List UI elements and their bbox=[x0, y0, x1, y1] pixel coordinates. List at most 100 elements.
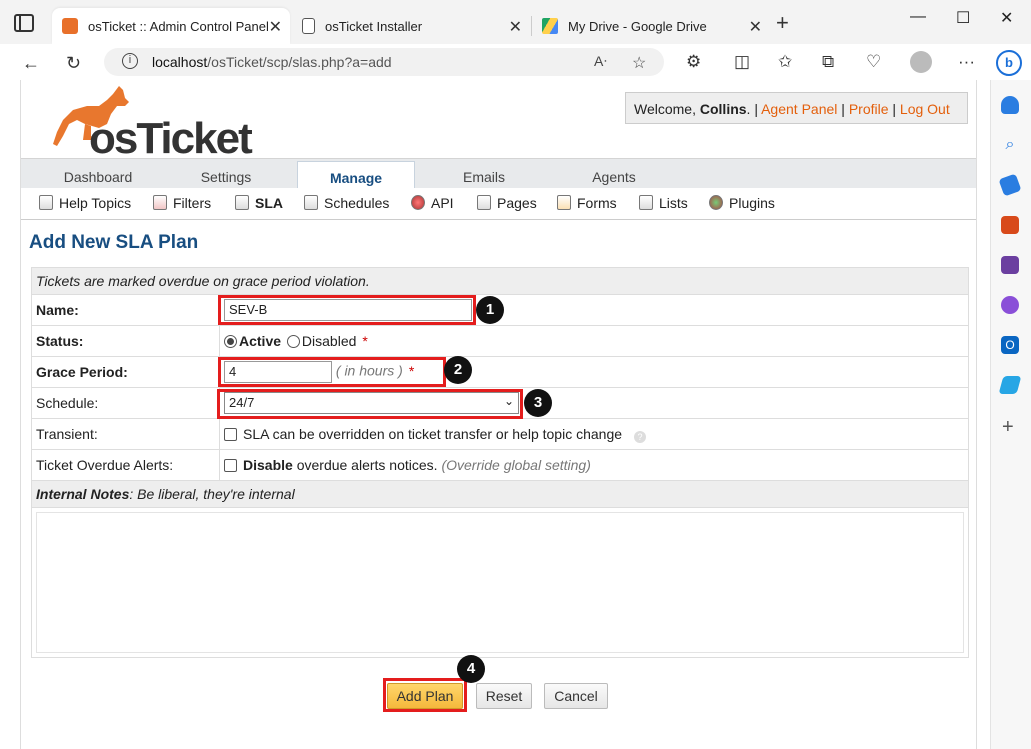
subnav-plugins[interactable]: Plugins bbox=[709, 195, 775, 211]
tools-briefcase-icon[interactable] bbox=[1001, 216, 1019, 234]
logo-text: osTicket bbox=[89, 114, 253, 163]
osticket-logo[interactable]: osTicket bbox=[29, 84, 253, 163]
api-icon bbox=[411, 195, 425, 210]
read-aloud-icon[interactable]: Aᐧ bbox=[594, 53, 607, 70]
nav-agents[interactable]: Agents bbox=[559, 159, 669, 189]
notifications-bell-icon[interactable] bbox=[1001, 96, 1019, 114]
close-tab-icon[interactable]: ✕ bbox=[509, 17, 522, 37]
status-label: Status: bbox=[31, 325, 220, 357]
browser-tab-bar: osTicket :: Admin Control Panel ✕ osTick… bbox=[0, 0, 1031, 44]
new-tab-icon[interactable]: + bbox=[776, 12, 789, 34]
subnav-help-topics[interactable]: Help Topics bbox=[39, 195, 131, 211]
close-window-icon[interactable]: ✕ bbox=[1000, 8, 1013, 28]
profile-link[interactable]: Profile bbox=[849, 101, 889, 117]
overdue-alerts-label: Ticket Overdue Alerts: bbox=[31, 449, 220, 481]
required-star: * bbox=[362, 333, 368, 349]
disable-alerts-checkbox[interactable] bbox=[224, 459, 237, 472]
form-header-row: Tickets are marked overdue on grace peri… bbox=[31, 267, 969, 295]
nav-manage[interactable]: Manage bbox=[297, 161, 415, 190]
forms-icon bbox=[557, 195, 571, 210]
more-menu-icon[interactable]: ··· bbox=[958, 52, 975, 72]
microsoft-365-icon[interactable] bbox=[1001, 296, 1019, 314]
favorite-star-icon[interactable]: ☆ bbox=[632, 53, 646, 73]
transient-row: Transient: SLA can be overridden on tick… bbox=[31, 418, 969, 450]
games-icon[interactable] bbox=[1001, 256, 1019, 274]
main-nav: Dashboard Settings Manage Emails Agents bbox=[21, 158, 976, 190]
lists-icon bbox=[639, 195, 653, 210]
close-tab-icon[interactable]: ✕ bbox=[749, 17, 762, 37]
subnav-api[interactable]: API bbox=[411, 195, 454, 211]
browser-tab-osticket-admin[interactable]: osTicket :: Admin Control Panel ✕ bbox=[52, 8, 290, 44]
internal-notes-editor[interactable] bbox=[36, 512, 964, 653]
tab-title: My Drive - Google Drive bbox=[568, 18, 707, 34]
grace-period-hint: ( in hours ) bbox=[335, 362, 403, 379]
transient-checkbox[interactable] bbox=[224, 427, 237, 441]
site-info-icon[interactable]: i bbox=[122, 53, 138, 69]
nav-emails[interactable]: Emails bbox=[429, 159, 539, 189]
collections-icon[interactable]: ⧉ bbox=[822, 52, 834, 72]
subnav-sla[interactable]: SLA bbox=[235, 195, 283, 211]
search-icon[interactable]: ⌕ bbox=[1001, 136, 1019, 154]
tab-title: osTicket :: Admin Control Panel bbox=[88, 18, 269, 34]
username: Collins bbox=[699, 101, 747, 117]
grace-period-label: Grace Period: bbox=[31, 356, 220, 388]
subnav-filters[interactable]: Filters bbox=[153, 195, 211, 211]
notes-hint: : Be liberal, they're internal bbox=[129, 486, 295, 502]
browser-essentials-icon[interactable]: ♡ bbox=[866, 52, 881, 72]
subnav-schedules[interactable]: Schedules bbox=[304, 195, 389, 211]
add-sidebar-app-icon[interactable]: + bbox=[1002, 416, 1014, 439]
web-page: osTicket Welcome, Collins. | Agent Panel… bbox=[0, 80, 990, 749]
status-active-label: Active bbox=[239, 333, 282, 349]
refresh-icon[interactable]: ↻ bbox=[66, 53, 81, 74]
outlook-icon[interactable]: O bbox=[1001, 336, 1019, 354]
logout-link[interactable]: Log Out bbox=[900, 101, 950, 117]
nav-dashboard[interactable]: Dashboard bbox=[43, 159, 153, 189]
split-screen-icon[interactable]: ◫ bbox=[734, 52, 750, 72]
schedule-select[interactable]: 24/7 ⌄ bbox=[224, 392, 519, 414]
name-label: Name: bbox=[31, 294, 220, 326]
send-icon[interactable] bbox=[998, 376, 1022, 394]
nav-settings[interactable]: Settings bbox=[171, 159, 281, 189]
status-disabled-radio[interactable] bbox=[286, 335, 300, 348]
browser-tab-google-drive[interactable]: My Drive - Google Drive ✕ bbox=[532, 8, 770, 44]
maximize-icon[interactable]: ☐ bbox=[956, 8, 970, 28]
cancel-button[interactable]: Cancel bbox=[544, 683, 608, 709]
extensions-icon[interactable]: ⚙ bbox=[686, 52, 701, 72]
osticket-favicon-icon bbox=[62, 18, 78, 34]
url-field[interactable]: i localhost/osTicket/scp/slas.php?a=add … bbox=[104, 48, 664, 76]
reset-button[interactable]: Reset bbox=[476, 683, 532, 709]
google-drive-icon bbox=[542, 18, 558, 34]
notes-header-row: Internal Notes: Be liberal, they're inte… bbox=[31, 480, 969, 508]
pages-icon bbox=[477, 195, 491, 210]
status-row: Status: Active Disabled * bbox=[31, 325, 969, 357]
status-active-radio[interactable] bbox=[224, 335, 237, 348]
notes-row bbox=[31, 507, 969, 658]
overdue-alerts-row: Ticket Overdue Alerts: Disable overdue a… bbox=[31, 449, 969, 481]
minimize-icon[interactable]: — bbox=[910, 8, 926, 26]
add-plan-button[interactable]: Add Plan bbox=[387, 683, 463, 709]
schedule-label: Schedule: bbox=[31, 387, 220, 419]
browser-tab-installer[interactable]: osTicket Installer ✕ bbox=[292, 8, 530, 44]
agent-panel-link[interactable]: Agent Panel bbox=[761, 101, 837, 117]
subnav-lists[interactable]: Lists bbox=[639, 195, 688, 211]
favorites-icon[interactable]: ✩ bbox=[778, 52, 792, 72]
transient-label: Transient: bbox=[31, 418, 220, 450]
back-icon[interactable]: ← bbox=[22, 53, 40, 74]
grace-period-row: Grace Period: 4 ( in hours ) * bbox=[31, 356, 969, 388]
alerts-text: overdue alerts notices. bbox=[296, 457, 438, 473]
close-tab-icon[interactable]: ✕ bbox=[269, 17, 282, 37]
step-badge-3: 3 bbox=[524, 389, 552, 417]
bing-copilot-icon[interactable]: b bbox=[996, 50, 1022, 76]
tab-actions-icon[interactable] bbox=[14, 14, 34, 32]
url-text: localhost/osTicket/scp/slas.php?a=add bbox=[152, 54, 392, 70]
user-info-bar: Welcome, Collins. | Agent Panel | Profil… bbox=[625, 92, 968, 124]
subnav-pages[interactable]: Pages bbox=[477, 195, 537, 211]
help-tip-icon[interactable]: ? bbox=[634, 430, 647, 443]
notes-title: Internal Notes bbox=[36, 486, 130, 502]
profile-avatar-icon[interactable] bbox=[910, 51, 932, 73]
subnav-forms[interactable]: Forms bbox=[557, 195, 617, 211]
grace-period-input[interactable]: 4 bbox=[224, 361, 332, 383]
name-input[interactable]: SEV-B bbox=[224, 299, 472, 321]
schedule-selected-value: 24/7 bbox=[229, 395, 255, 410]
shopping-tag-icon[interactable] bbox=[998, 173, 1022, 197]
